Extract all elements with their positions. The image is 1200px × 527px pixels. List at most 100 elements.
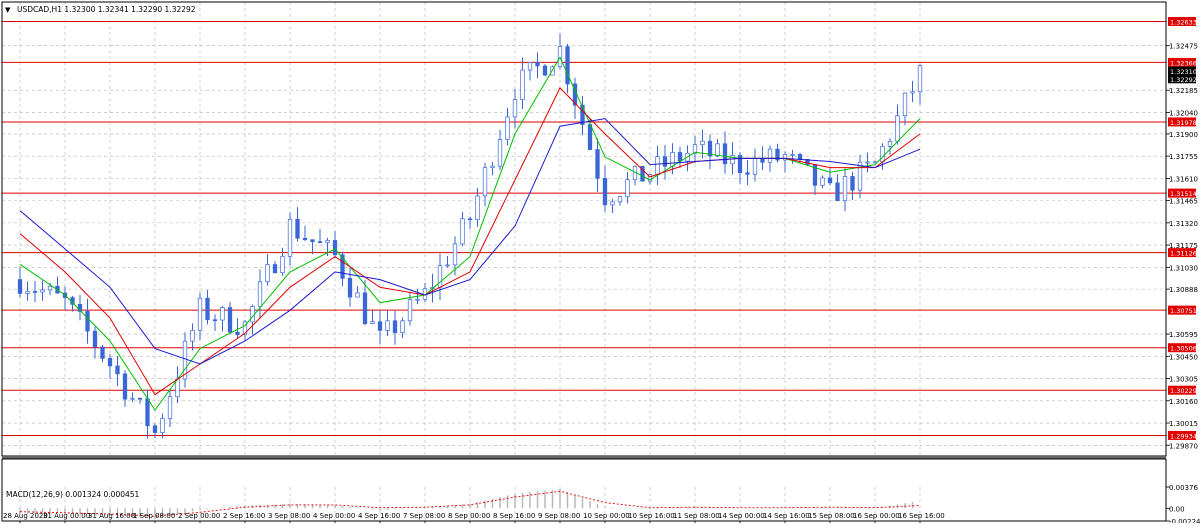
- time-axis-label: 2 Sep 16:00: [223, 512, 265, 520]
- price-axis-label: 1.30888: [1169, 286, 1198, 294]
- candle-body: [407, 299, 413, 322]
- candle-body: [385, 320, 390, 331]
- price-axis-label: 1.30015: [1169, 420, 1198, 428]
- candle-body: [92, 330, 98, 348]
- candle-body: [820, 177, 825, 186]
- macd-axis-label: 0.00: [1169, 505, 1185, 513]
- level-tag: 1.32633: [1170, 18, 1197, 26]
- candle-body: [527, 62, 533, 71]
- time-axis-label: 11 Sep 08:00: [673, 512, 720, 520]
- candle-body: [145, 398, 150, 427]
- candle-body: [902, 92, 908, 117]
- level-tag: 1.31126: [1170, 250, 1197, 258]
- candle-body: [160, 418, 165, 433]
- candle-body: [32, 291, 38, 293]
- candle-body: [625, 179, 630, 198]
- candle-body: [917, 65, 923, 93]
- chart-window: 0.00376 0.00 -0.002244 1.32475 1.32185 1.320…: [0, 0, 1200, 526]
- candle-body: [842, 176, 848, 202]
- macd-axis-label: -0.002244: [1169, 518, 1200, 523]
- time-axis-label: 4 Sep 16:00: [358, 512, 400, 520]
- time-axis-label: 14 Sep 00:00: [718, 512, 765, 520]
- chevron-down-icon[interactable]: ▼: [5, 6, 11, 14]
- candle-body: [220, 307, 225, 321]
- candle-body: [730, 155, 735, 165]
- macd-label: MACD(12,26,9) 0.001324 0.000451: [6, 490, 140, 499]
- time-axis-label: 7 Sep 08:00: [403, 512, 445, 520]
- candle-body: [535, 62, 540, 67]
- time-axis-label: 16 Sep 00:00: [853, 512, 900, 520]
- candle-body: [227, 307, 233, 333]
- candle-body: [100, 346, 105, 359]
- level-tag: 1.30751: [1170, 307, 1197, 315]
- candle-body: [467, 218, 473, 221]
- candle-body: [602, 178, 608, 206]
- time-axis-label: 1 Sep 08:00: [133, 512, 175, 520]
- candle-body: [137, 397, 143, 400]
- candle-body: [295, 218, 300, 239]
- candle-body: [505, 116, 510, 140]
- candle-body: [910, 91, 915, 94]
- candle-body: [190, 329, 195, 342]
- candle-body: [617, 196, 623, 203]
- candle-body: [497, 139, 503, 167]
- symbol-info-label: USDCAD,H1 1.32300 1.32341 1.32290 1.3229…: [17, 5, 196, 14]
- candle-body: [332, 240, 338, 256]
- candle-body: [257, 281, 263, 307]
- candle-body: [287, 218, 293, 257]
- candle-body: [302, 237, 308, 240]
- price-axis-label: 1.32185: [1169, 87, 1198, 95]
- candle-body: [655, 156, 660, 175]
- candle-body: [512, 99, 518, 118]
- level-tag: 1.30506: [1170, 345, 1197, 353]
- level-tag: 1.29934: [1170, 432, 1197, 440]
- price-axis-label: 1.31610: [1169, 175, 1198, 183]
- candle-body: [415, 298, 420, 301]
- price-axis-label: 1.32040: [1169, 109, 1198, 117]
- time-axis-label: 10 Sep 00:00: [583, 512, 630, 520]
- candle-body: [152, 425, 158, 433]
- candle-body: [377, 321, 383, 331]
- time-axis-label: 8 Sep 00:00: [448, 512, 490, 520]
- candle-body: [85, 311, 90, 332]
- candle-body: [662, 156, 668, 167]
- candle-body: [40, 289, 45, 293]
- candle-body: [850, 176, 855, 191]
- candle-body: [212, 319, 218, 322]
- time-axis-label: 28 Aug 2020: [3, 512, 48, 520]
- time-axis-label: 10 Sep 16:00: [628, 512, 675, 520]
- candle-body: [767, 148, 773, 163]
- candle-body: [167, 396, 173, 419]
- candle-body: [475, 195, 480, 221]
- candle-body: [677, 152, 683, 162]
- time-axis-label: 9 Sep 08:00: [538, 512, 580, 520]
- candle-body: [400, 320, 405, 333]
- candle-body: [317, 241, 323, 243]
- price-axis-label: 1.31320: [1169, 220, 1198, 228]
- level-tag: 1.30229: [1170, 387, 1197, 395]
- level-tag: 1.32366: [1170, 59, 1197, 67]
- candle-body: [565, 46, 570, 85]
- candle-body: [587, 124, 593, 150]
- candle-body: [797, 154, 803, 160]
- price-axis-label: 1.31755: [1169, 153, 1198, 161]
- candle-body: [827, 177, 833, 184]
- candle-body: [452, 243, 458, 266]
- candle-body: [197, 297, 203, 331]
- candle-body: [445, 264, 450, 267]
- chart-canvas[interactable]: 0.00376 0.00 -0.002244 1.32475 1.32185 1.320…: [0, 0, 1200, 526]
- candle-body: [715, 143, 720, 157]
- candle-body: [895, 115, 900, 142]
- level-tag: 1.31514: [1170, 190, 1197, 198]
- price-axis-label: 1.30595: [1169, 331, 1198, 339]
- time-axis-label: 8 Sep 16:00: [493, 512, 535, 520]
- macd-axis-label: 0.00376: [1169, 484, 1198, 492]
- time-axis-label: 15 Sep 08:00: [808, 512, 855, 520]
- candle-body: [122, 373, 128, 400]
- candle-body: [745, 172, 750, 175]
- candle-body: [542, 65, 548, 76]
- candle-body: [205, 297, 210, 321]
- candle-body: [235, 331, 240, 336]
- candle-body: [25, 291, 30, 294]
- candle-body: [482, 167, 488, 197]
